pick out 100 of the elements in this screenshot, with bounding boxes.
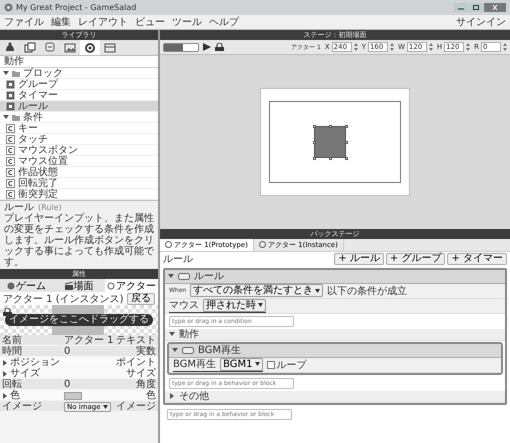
lock-icon[interactable] (215, 43, 224, 51)
condition-icon (6, 156, 15, 166)
section-label: 動作 (179, 328, 199, 341)
tree-item[interactable]: 衝突判定 (0, 189, 158, 200)
description-text: プレイヤーインプット、また属性の変更をチェックする条件を作成します。ルール作成ボタンをクリックする事によっても作成可能です。 (4, 213, 154, 268)
collapse-arrow-icon[interactable] (2, 370, 8, 376)
condition-dropdown[interactable]: 押された時 (203, 298, 266, 312)
attribute-name: 色 (10, 390, 20, 401)
spinner-icon[interactable] (503, 43, 507, 51)
add-button[interactable]: + ルール (334, 252, 384, 264)
maximize-icon[interactable] (469, 3, 483, 12)
dropdown-arrow-icon (258, 303, 263, 307)
attribute-value: 0 (64, 346, 70, 357)
attribute-value: アクター 1 (64, 335, 114, 346)
tree-item[interactable]: マウス位置 (0, 156, 158, 167)
dropdown-arrow-icon (315, 288, 320, 292)
description-title: ルール (4, 202, 34, 213)
collapse-arrow-icon[interactable] (2, 360, 8, 366)
table-icon (104, 42, 116, 54)
attribute-name: 回転 (2, 379, 22, 390)
condition-icon (6, 124, 15, 132)
expand-arrow-icon[interactable] (3, 70, 9, 76)
menu-item[interactable]: ビュー (135, 15, 165, 29)
condition-icon (6, 146, 15, 154)
attribute-name: 名前 (2, 335, 22, 346)
attribute-name: ポジション (10, 357, 60, 368)
close-icon[interactable] (484, 3, 506, 12)
actor-name: アクター 1 (インスタンス) (3, 292, 124, 306)
section-label: 動作 (4, 56, 24, 67)
add-button[interactable]: + タイマー (447, 252, 507, 264)
condition-icon (6, 168, 15, 176)
attribute-type: テキスト (115, 335, 156, 346)
attributes-tab[interactable]: アクター (105, 279, 158, 292)
tree-item[interactable]: キー (0, 123, 158, 134)
collapse-arrow-icon[interactable] (2, 392, 8, 398)
color-swatch[interactable] (64, 392, 82, 400)
rule-title: ルール (194, 270, 224, 283)
minimize-icon[interactable] (454, 3, 468, 12)
condition-icon (6, 178, 15, 188)
attribute-name: イメージ (2, 401, 42, 412)
expand-arrow-icon[interactable] (168, 273, 174, 279)
tree-item[interactable]: グループ (0, 79, 158, 90)
menu-item[interactable]: ファイル (4, 15, 44, 29)
actor-icon (107, 282, 116, 290)
condition-icon (6, 190, 15, 198)
add-button[interactable]: + グループ (386, 252, 446, 264)
clapper-icon (64, 282, 72, 290)
condition-mode-dropdown[interactable]: すべての条件を満たすとき (190, 284, 324, 297)
rules-heading: ルール (163, 252, 193, 266)
condition-icon (6, 134, 15, 144)
expand-arrow-icon[interactable] (3, 114, 9, 120)
tree-item[interactable]: 回転完了 (0, 178, 158, 189)
play-icon[interactable] (203, 43, 211, 51)
zoom-slider[interactable] (163, 42, 199, 52)
expand-arrow-icon[interactable] (169, 331, 175, 337)
attribute-type: 色 (145, 390, 156, 401)
menu-item[interactable]: レイアウト (78, 15, 128, 29)
window-title: My Great Project - GameSalad (16, 3, 136, 12)
image-icon (64, 42, 76, 54)
actor-icon (258, 241, 266, 248)
back-button[interactable]: 戻る (127, 292, 155, 304)
section-label: その他 (179, 390, 209, 403)
globe-icon (6, 282, 15, 290)
checkbox-label: ループ (276, 358, 306, 372)
attribute-type: ポイント (115, 357, 156, 368)
checkbox[interactable] (266, 360, 274, 368)
description-subtitle: (Rule) (38, 202, 62, 213)
menu-item[interactable]: 編集 (51, 15, 71, 29)
actor-icon (165, 241, 172, 248)
library-tab[interactable] (80, 40, 100, 55)
attribute-type: 角度 (135, 379, 156, 390)
attribute-type: イメージ (115, 401, 156, 412)
attributes-tab[interactable]: 場面 (52, 279, 106, 292)
condition-label: マウス (169, 299, 199, 312)
when-suffix: 以下の条件が成立 (327, 284, 408, 298)
collapse-arrow-icon[interactable] (169, 393, 175, 399)
sound-dropdown[interactable]: BGM1 (220, 358, 262, 370)
attribute-type: 実数 (135, 346, 156, 357)
attributes-tab[interactable]: ゲーム (0, 279, 53, 292)
sign-in-link[interactable]: サインイン (456, 15, 506, 29)
attribute-value: 0 (64, 379, 70, 390)
tree-group-label[interactable]: ブロック (23, 68, 63, 78)
tree-item[interactable]: 作品状態 (0, 167, 158, 178)
attribute-name: 時間 (2, 346, 22, 357)
attribute-type: サイズ (125, 368, 156, 379)
tree-item[interactable]: タッチ (0, 134, 158, 145)
menu-item[interactable]: ヘルプ (209, 15, 239, 29)
gear-icon (84, 42, 96, 54)
behavior-icon (182, 346, 194, 354)
box-icon (44, 42, 56, 54)
dropdown-arrow-icon (102, 405, 108, 409)
behavior-label: BGM再生 (173, 358, 216, 371)
attribute-name: サイズ (10, 368, 40, 379)
expand-arrow-icon[interactable] (172, 347, 178, 353)
menu-item[interactable]: ツール (172, 15, 202, 29)
actor-icon (4, 42, 16, 54)
tree-group-label[interactable]: 条件 (23, 112, 43, 122)
behavior-title: BGM再生 (198, 344, 242, 357)
tree-item[interactable]: ルール (0, 101, 158, 112)
tree-item[interactable]: マウスボタン (0, 145, 158, 156)
